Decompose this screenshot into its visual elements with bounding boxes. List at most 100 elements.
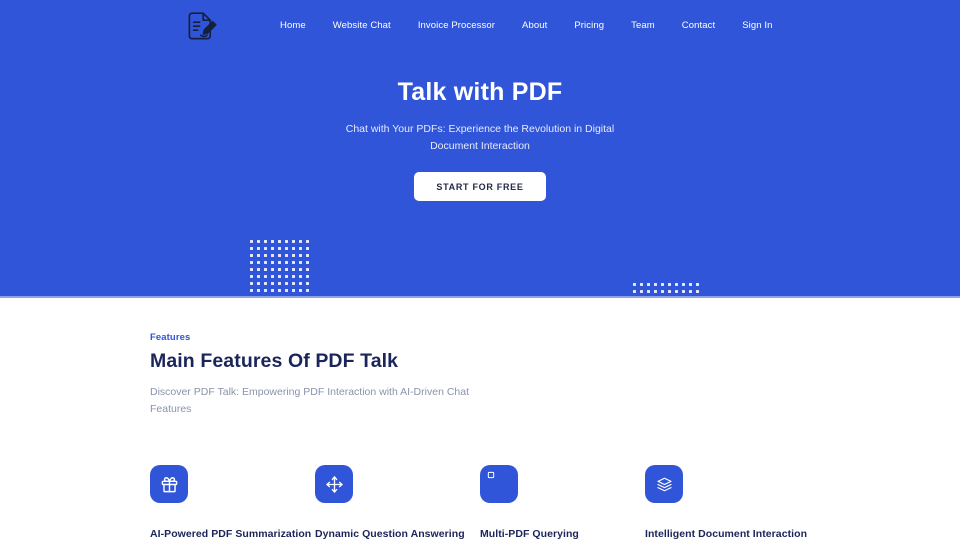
dot [250, 268, 253, 271]
dot [675, 283, 678, 286]
dot [306, 247, 309, 250]
feature-card[interactable]: Intelligent Document Interaction Bring y… [645, 465, 808, 540]
dot [285, 247, 288, 250]
start-for-free-button[interactable]: START FOR FREE [414, 172, 546, 201]
nav-link-sign-in[interactable]: Sign In [742, 18, 772, 33]
dot [250, 289, 253, 292]
dot [654, 290, 657, 293]
dot [306, 275, 309, 278]
dot [299, 282, 302, 285]
dot [278, 268, 281, 271]
dot [299, 254, 302, 257]
dot [682, 290, 685, 293]
feature-card-title: Multi-PDF Querying [480, 528, 579, 540]
dot [271, 254, 274, 257]
dot [285, 289, 288, 292]
dot [668, 290, 671, 293]
dot [292, 275, 295, 278]
dot [271, 268, 274, 271]
dot [299, 261, 302, 264]
dot [257, 289, 260, 292]
hero-subtitle: Chat with Your PDFs: Experience the Revo… [345, 123, 615, 152]
dot [285, 240, 288, 243]
dot [640, 283, 643, 286]
nav-link-about[interactable]: About [522, 18, 547, 33]
features-container: Features Main Features Of PDF Talk Disco… [150, 332, 810, 540]
dot [271, 240, 274, 243]
dot [654, 283, 657, 286]
dot [292, 289, 295, 292]
dot [689, 283, 692, 286]
dot [257, 268, 260, 271]
dot [306, 254, 309, 257]
dot [250, 275, 253, 278]
dot [250, 240, 253, 243]
dot [689, 290, 692, 293]
dot [264, 261, 267, 264]
dot [278, 240, 281, 243]
dot [292, 247, 295, 250]
dot [661, 283, 664, 286]
dot [647, 290, 650, 293]
dot [292, 240, 295, 243]
feature-card-title: Intelligent Document Interaction [645, 528, 808, 540]
dot [292, 282, 295, 285]
nav-links: Home Website Chat Invoice Processor Abou… [280, 18, 772, 33]
features-section: Features Main Features Of PDF Talk Disco… [0, 296, 960, 540]
dot [257, 275, 260, 278]
dot [250, 261, 253, 264]
nav-link-home[interactable]: Home [280, 18, 306, 33]
dot [257, 254, 260, 257]
dot [299, 240, 302, 243]
dot [696, 290, 699, 293]
dot [257, 240, 260, 243]
dot [299, 275, 302, 278]
top-navigation-bar: Home Website Chat Invoice Processor Abou… [0, 0, 960, 52]
dot [640, 290, 643, 293]
dot [292, 268, 295, 271]
nav-link-invoice-processor[interactable]: Invoice Processor [418, 18, 495, 33]
document-pen-icon[interactable] [182, 6, 222, 46]
nav-link-pricing[interactable]: Pricing [574, 18, 604, 33]
dot [278, 282, 281, 285]
dot [696, 283, 699, 286]
landing-page: Home Website Chat Invoice Processor Abou… [0, 0, 960, 540]
dot [271, 275, 274, 278]
nav-link-team[interactable]: Team [631, 18, 655, 33]
dot [285, 275, 288, 278]
dot [278, 247, 281, 250]
dot [257, 261, 260, 264]
dot [306, 289, 309, 292]
hero-section: Home Website Chat Invoice Processor Abou… [0, 0, 960, 296]
feature-card-title: Dynamic Question Answering [315, 528, 465, 540]
dot [682, 283, 685, 286]
dot [250, 282, 253, 285]
dot [250, 254, 253, 257]
gift-icon [150, 465, 188, 503]
dot [257, 282, 260, 285]
hero-cta-container: START FOR FREE [0, 172, 960, 201]
move-arrows-icon [315, 465, 353, 503]
dot [306, 261, 309, 264]
dot [278, 289, 281, 292]
dot [292, 254, 295, 257]
decorative-dot-grid-right [633, 283, 699, 296]
feature-card[interactable]: AI-Powered PDF Summarization Transform l… [150, 465, 311, 540]
dot [675, 290, 678, 293]
feature-card[interactable]: Multi-PDF Querying Broaden your knowledg… [480, 465, 632, 540]
dot [264, 275, 267, 278]
dot [271, 289, 274, 292]
nav-link-website-chat[interactable]: Website Chat [333, 18, 391, 33]
dot [306, 240, 309, 243]
dot [264, 247, 267, 250]
dot [633, 290, 636, 293]
feature-card-grid: AI-Powered PDF Summarization Transform l… [150, 465, 810, 540]
nav-link-contact[interactable]: Contact [682, 18, 715, 33]
dot [285, 282, 288, 285]
dot [285, 254, 288, 257]
dot [299, 268, 302, 271]
feature-card[interactable]: Dynamic Question Answering Explore the d… [315, 465, 467, 540]
square-icon [480, 465, 518, 503]
dot [250, 247, 253, 250]
dot [278, 261, 281, 264]
